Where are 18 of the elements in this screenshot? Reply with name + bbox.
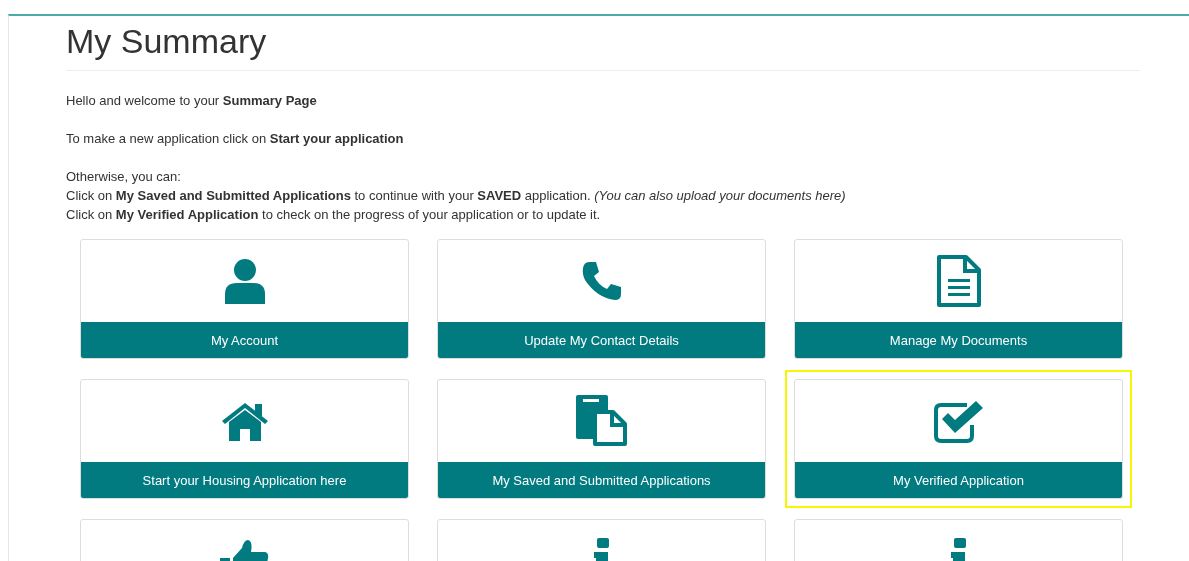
summary-tile[interactable]: My Verified Application (785, 370, 1132, 508)
documents-icon (574, 394, 629, 448)
page-title: My Summary (66, 20, 1140, 71)
tile-label: Manage My Documents (795, 322, 1122, 358)
intro-text: Click on My Saved and Submitted Applications to continue with your SAVED application. (You can also upload your documents here) (66, 187, 846, 205)
phone-icon (580, 260, 623, 302)
intro-text: Click on My Verified Application to check on the progress of your application or to update it. (66, 206, 601, 224)
tile-label: My Verified Application (795, 462, 1122, 498)
tile-label: Update My Contact Details (438, 322, 765, 358)
checkbox-icon (932, 399, 985, 443)
tile-label: Start your Housing Application here (81, 462, 408, 498)
intro-text: Otherwise, you can: (66, 168, 181, 186)
document-icon (935, 254, 982, 308)
intro-text: To make a new application click on Start your application (66, 130, 404, 148)
tile-label: My Account (81, 322, 408, 358)
person-icon (222, 258, 267, 304)
tile-label: My Saved and Submitted Applications (438, 462, 765, 498)
intro-text: Hello and welcome to your Summary Page (66, 92, 317, 110)
